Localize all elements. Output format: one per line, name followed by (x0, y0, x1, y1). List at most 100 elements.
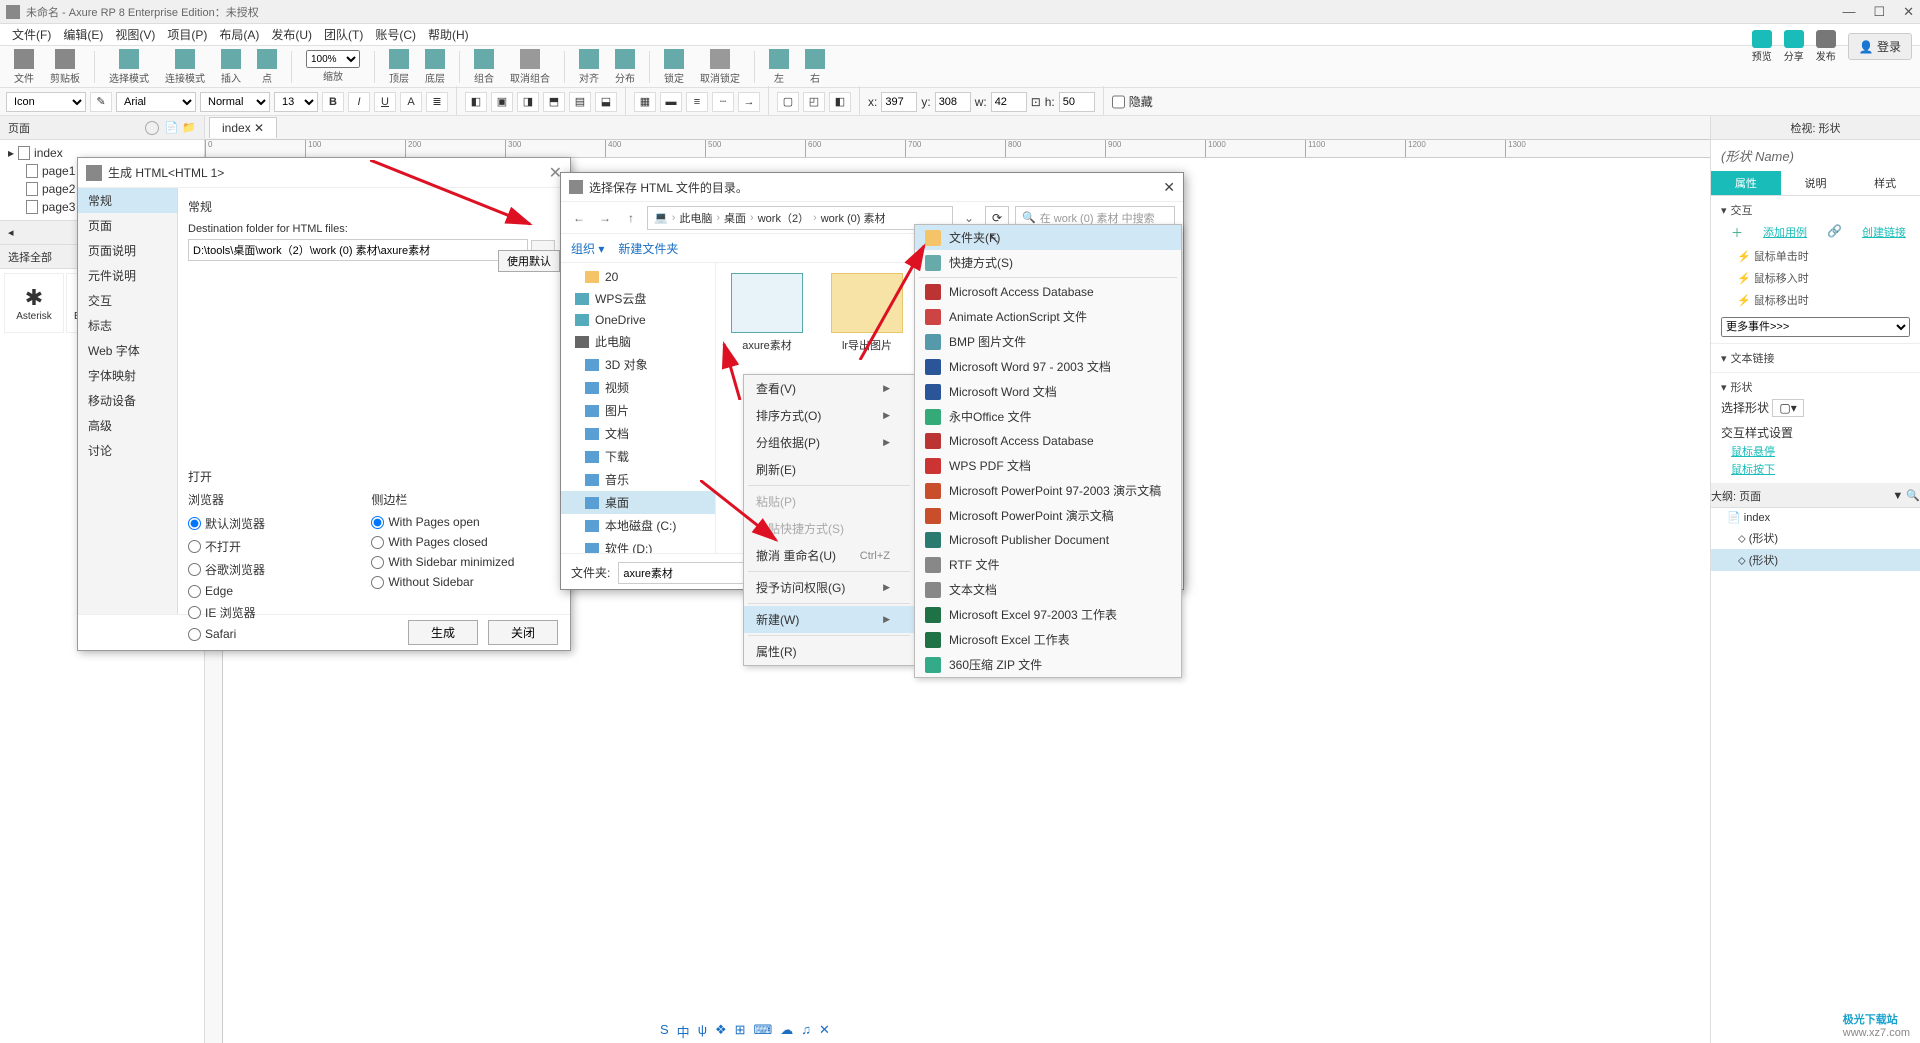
shadow-outer-button[interactable]: ▢ (777, 92, 799, 112)
menu-item[interactable]: 发布(U) (267, 24, 316, 45)
tree-此电脑[interactable]: 此电脑 (561, 330, 715, 353)
lib-Asterisk[interactable]: ✱Asterisk (4, 273, 64, 333)
dialog2-close-icon[interactable]: ✕ (1163, 179, 1175, 196)
sidebar-radio-0[interactable]: With Pages open (371, 512, 551, 532)
toolbar-分布[interactable]: 分布 (609, 49, 641, 85)
add-case-link[interactable]: 添加用例 (1763, 224, 1807, 241)
size-select[interactable]: 13 (274, 92, 318, 112)
ctx-查看(V)[interactable]: 查看(V)▶ (744, 375, 914, 402)
font-select[interactable]: Arial (116, 92, 196, 112)
organize-menu[interactable]: 组织 ▾ (571, 240, 604, 257)
sidebar-radio-2[interactable]: With Sidebar minimized (371, 552, 551, 572)
tree-3D 对象[interactable]: 3D 对象 (561, 353, 715, 376)
d1-side-0[interactable]: 常规 (78, 188, 177, 213)
fill-button[interactable]: ▦ (634, 92, 656, 112)
login-button[interactable]: 👤 登录 (1848, 33, 1912, 60)
toolbar-连接模式[interactable]: 连接模式 (159, 49, 211, 85)
ime-icon[interactable]: ψ (698, 1022, 707, 1041)
tree-WPS云盘[interactable]: WPS云盘 (561, 287, 715, 310)
x-input[interactable] (881, 92, 917, 112)
mousedown-style-link[interactable]: 鼠标按下 (1731, 464, 1775, 476)
maximize-icon[interactable]: ☐ (1873, 4, 1885, 20)
tab-properties[interactable]: 属性 (1711, 171, 1781, 195)
ime-icon[interactable]: ♫ (801, 1022, 811, 1041)
dest-path-input[interactable] (188, 239, 528, 261)
ime-icon[interactable]: ⌨ (754, 1022, 773, 1041)
hover-style-link[interactable]: 鼠标悬停 (1731, 446, 1775, 458)
tree-软件 (D:)[interactable]: 软件 (D:) (561, 537, 715, 553)
y-input[interactable] (935, 92, 971, 112)
menu-item[interactable]: 编辑(E) (59, 24, 107, 45)
more-events-select[interactable]: 更多事件>>> (1721, 317, 1910, 337)
ctx-刷新(E)[interactable]: 刷新(E) (744, 456, 914, 483)
toolbar-对齐[interactable]: 对齐 (573, 49, 605, 85)
tree-桌面[interactable]: 桌面 (561, 491, 715, 514)
tree-OneDrive[interactable]: OneDrive (561, 310, 715, 330)
ctx-排序方式(O)[interactable]: 排序方式(O)▶ (744, 402, 914, 429)
toolbar-左[interactable]: 左 (763, 49, 795, 85)
toolbar-点[interactable]: 点 (251, 49, 283, 85)
nav-up-icon[interactable]: ↑ (621, 208, 641, 228)
toolbar-插入[interactable]: 插入 (215, 49, 247, 85)
ime-icon[interactable]: ⊞ (735, 1022, 746, 1041)
valign-mid-button[interactable]: ▤ (569, 92, 591, 112)
toolbar-取消组合[interactable]: 取消组合 (504, 49, 556, 85)
toolbar-剪贴板[interactable]: 剪贴板 (44, 49, 86, 85)
hidden-checkbox[interactable] (1112, 92, 1125, 112)
new-Microsoft PowerPoint 演示文稿[interactable]: Microsoft PowerPoint 演示文稿 (915, 503, 1181, 528)
h-input[interactable] (1059, 92, 1095, 112)
toolbar-取消锁定[interactable]: 取消锁定 (694, 49, 746, 85)
ctx-撤消 重命名(U)[interactable]: 撤消 重命名(U)Ctrl+Z (744, 542, 914, 569)
event-mouseout[interactable]: ⚡ 鼠标移出时 (1721, 289, 1910, 311)
nav-fwd-icon[interactable]: → (595, 208, 615, 228)
tree-图片[interactable]: 图片 (561, 399, 715, 422)
file-axure素材[interactable]: axure素材 (726, 273, 808, 353)
eyedropper-icon[interactable]: ✎ (90, 92, 112, 112)
ime-icon[interactable]: ❖ (715, 1022, 727, 1041)
align-right-button[interactable]: ◨ (517, 92, 539, 112)
shape-name-input[interactable]: (形状 Name) (1711, 140, 1920, 171)
new-Microsoft Word 文档[interactable]: Microsoft Word 文档 (915, 379, 1181, 404)
d1-side-1[interactable]: 页面 (78, 213, 177, 238)
tree-本地磁盘 (C:)[interactable]: 本地磁盘 (C:) (561, 514, 715, 537)
menu-item[interactable]: 布局(A) (215, 24, 263, 45)
ime-icon[interactable]: S (660, 1022, 669, 1041)
new-Microsoft Excel 97-2003 工作表[interactable]: Microsoft Excel 97-2003 工作表 (915, 602, 1181, 627)
new-Microsoft Publisher Document[interactable]: Microsoft Publisher Document (915, 528, 1181, 552)
opacity-button[interactable]: ◧ (829, 92, 851, 112)
breadcrumb[interactable]: 💻 › 此电脑 › 桌面 › work（2） › work (0) 素材 (647, 206, 953, 230)
browser-radio-4[interactable]: IE 浏览器 (188, 601, 368, 624)
add-page-icon[interactable]: 📄 (165, 121, 179, 134)
ime-icon[interactable]: ✕ (819, 1022, 830, 1041)
bullet-button[interactable]: ≣ (426, 92, 448, 112)
event-click[interactable]: ⚡ 鼠标单击时 (1721, 245, 1910, 267)
action-分享[interactable]: 分享 (1784, 30, 1804, 63)
ctx-授予访问权限(G)[interactable]: 授予访问权限(G)▶ (744, 574, 914, 601)
line-width-button[interactable]: ≡ (686, 92, 708, 112)
d1-side-4[interactable]: 交互 (78, 288, 177, 313)
align-left-button[interactable]: ◧ (465, 92, 487, 112)
shadow-inner-button[interactable]: ◰ (803, 92, 825, 112)
action-预览[interactable]: 预览 (1752, 30, 1772, 63)
w-input[interactable] (991, 92, 1027, 112)
new-快捷方式(S)[interactable]: 快捷方式(S) (915, 250, 1181, 275)
line-color-button[interactable]: ▬ (660, 92, 682, 112)
toolbar-选择模式[interactable]: 选择模式 (103, 49, 155, 85)
d1-side-2[interactable]: 页面说明 (78, 238, 177, 263)
browser-radio-3[interactable]: Edge (188, 581, 368, 601)
browser-radio-2[interactable]: 谷歌浏览器 (188, 558, 368, 581)
tab-index[interactable]: index ✕ (209, 117, 277, 138)
tree-文档[interactable]: 文档 (561, 422, 715, 445)
align-center-button[interactable]: ▣ (491, 92, 513, 112)
new-Animate ActionScript 文件[interactable]: Animate ActionScript 文件 (915, 304, 1181, 329)
underline-button[interactable]: U (374, 92, 396, 112)
tab-style[interactable]: 样式 (1850, 171, 1920, 195)
arrow-button[interactable]: → (738, 92, 760, 112)
new-WPS PDF 文档[interactable]: WPS PDF 文档 (915, 453, 1181, 478)
search-icon[interactable] (145, 121, 159, 135)
action-发布[interactable]: 发布 (1816, 30, 1836, 63)
bold-button[interactable]: B (322, 92, 344, 112)
add-folder-icon[interactable]: 📁 (182, 121, 196, 134)
new-永中Office 文件[interactable]: 永中Office 文件 (915, 404, 1181, 429)
tree-视频[interactable]: 视频 (561, 376, 715, 399)
